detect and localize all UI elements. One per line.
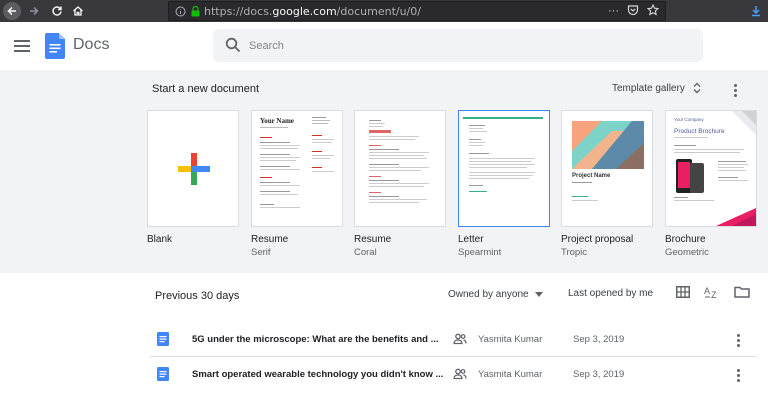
template-gallery-button[interactable]: Template gallery — [612, 82, 701, 94]
template-subtitle: Coral — [354, 247, 377, 258]
template-thumbnail — [147, 110, 239, 227]
template-name: Resume — [251, 234, 289, 245]
shared-people-icon — [453, 333, 467, 345]
download-icon — [752, 6, 760, 17]
sort-az-icon[interactable]: AZ — [704, 285, 720, 299]
owner-filter-dropdown[interactable]: Owned by anyone — [448, 289, 543, 300]
geometric-corner — [732, 111, 756, 135]
template-name: Blank — [147, 234, 173, 245]
template-subtitle: Spearmint — [458, 247, 502, 258]
template-blank[interactable]: Blank — [147, 110, 239, 245]
address-bar[interactable]: https://docs.google.com/document/u/0/ ··… — [168, 1, 666, 21]
shared-people-icon — [453, 368, 467, 380]
template-project-tropic[interactable]: Project Name Project proposal Tropic — [561, 110, 653, 258]
template-letter-spearmint[interactable]: Letter Spearmint — [458, 110, 550, 258]
template-name: Resume — [354, 234, 392, 245]
back-button[interactable] — [2, 0, 22, 22]
thumb-heading: Project Name — [572, 173, 611, 179]
document-date: Sep 3, 2019 — [573, 334, 625, 345]
grid-view-icon[interactable] — [676, 286, 690, 298]
thumb-heading: Your Name — [260, 117, 294, 125]
template-thumbnail — [354, 110, 446, 227]
template-thumbnail: Your Company Product Brochure — [665, 110, 757, 227]
template-thumbnail — [458, 110, 550, 227]
template-subtitle: Geometric — [665, 247, 709, 258]
page-actions-icon[interactable]: ··· — [608, 4, 619, 18]
thumb-heading: Product Brochure — [674, 128, 725, 135]
template-name: Project proposal — [561, 234, 634, 245]
pocket-icon[interactable] — [627, 4, 639, 16]
template-thumbnail: Your Name — [251, 110, 343, 227]
template-name: Letter — [458, 234, 484, 245]
app-title: Docs — [73, 36, 110, 53]
document-owner: Yasmita Kumar — [478, 334, 543, 345]
folder-icon[interactable] — [734, 286, 750, 298]
dropdown-arrow-icon — [534, 292, 543, 297]
svg-text:A: A — [704, 286, 710, 296]
plus-icon — [178, 153, 210, 185]
more-vert-icon[interactable] — [731, 334, 745, 347]
recent-section-title: Previous 30 days — [155, 290, 240, 302]
url-text: https://docs.google.com/document/u/0/ — [204, 4, 421, 18]
template-resume-serif[interactable]: Your Name Resume Serif — [251, 110, 343, 258]
unfold-icon — [693, 82, 701, 94]
document-title: Smart operated wearable technology you d… — [192, 369, 444, 380]
document-row[interactable]: 5G under the microscope: What are the be… — [150, 323, 756, 357]
template-thumbnail: Project Name — [561, 110, 653, 227]
bookmark-star-icon[interactable] — [647, 4, 659, 16]
download-button[interactable] — [748, 0, 764, 22]
thumb-company: Your Company — [674, 117, 704, 122]
doc-file-icon — [157, 332, 169, 346]
home-icon — [73, 6, 83, 16]
phone-graphic — [676, 159, 704, 193]
sort-button[interactable]: Last opened by me — [568, 288, 653, 299]
docs-logo[interactable] — [45, 33, 65, 59]
more-vert-icon[interactable] — [731, 369, 745, 382]
browser-toolbar: https://docs.google.com/document/u/0/ ··… — [0, 0, 768, 22]
document-title: 5G under the microscope: What are the be… — [192, 334, 439, 345]
doc-file-icon — [157, 367, 169, 381]
document-date: Sep 3, 2019 — [573, 369, 625, 380]
info-icon — [175, 6, 186, 16]
document-owner: Yasmita Kumar — [478, 369, 543, 380]
template-subtitle: Tropic — [561, 247, 588, 258]
reload-icon — [52, 6, 62, 16]
template-name: Brochure — [665, 234, 706, 245]
home-button[interactable] — [70, 0, 86, 22]
search-box[interactable] — [213, 29, 703, 62]
section-title: Start a new document — [152, 83, 260, 95]
template-subtitle: Serif — [251, 247, 271, 258]
tropic-graphic — [572, 121, 644, 169]
app-header: Docs — [0, 22, 768, 70]
reload-button[interactable] — [49, 0, 65, 22]
template-section: Start a new document Template gallery Bl… — [0, 70, 768, 273]
search-input[interactable] — [249, 29, 689, 62]
forward-arrow-icon — [30, 6, 39, 16]
lock-icon — [191, 5, 200, 16]
search-icon — [225, 37, 241, 53]
forward-button[interactable] — [26, 0, 42, 22]
svg-text:Z: Z — [711, 290, 717, 299]
template-brochure-geometric[interactable]: Your Company Product Brochure Brochure G… — [665, 110, 757, 258]
geometric-footer — [716, 208, 756, 226]
more-vert-icon[interactable] — [728, 84, 742, 97]
menu-icon[interactable] — [14, 40, 30, 52]
template-resume-coral[interactable]: Resume Coral — [354, 110, 446, 258]
document-row[interactable]: Smart operated wearable technology you d… — [150, 358, 756, 392]
back-arrow-icon — [3, 2, 21, 20]
